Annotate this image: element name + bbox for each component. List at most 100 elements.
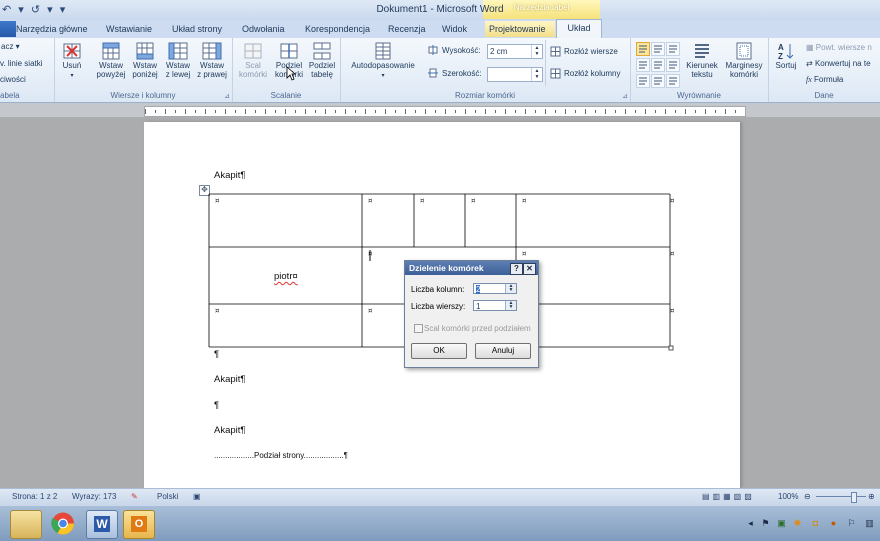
ok-button[interactable]: OK [411,343,467,359]
zoom-slider[interactable] [816,496,866,497]
page-indicator[interactable]: Strona: 1 z 2 [12,492,57,501]
tray-network-icon[interactable]: ▥ [864,518,875,529]
cell-size-launcher-icon[interactable]: ⊿ [622,92,628,100]
paragraph-2[interactable]: Akapit¶ [214,374,246,385]
zoom-out-icon[interactable]: ⊖ [804,492,811,501]
columns-input[interactable]: 2 ▲ ▼ [473,283,517,294]
insert-right-button[interactable]: Wstaw z prawej [194,42,230,79]
group-data: AZ Sortuj ▦ Powt. wiersze n ⇄ Konwertuj … [768,38,880,102]
tab-insert[interactable]: Wstawianie [102,21,156,37]
align-top-center-icon [654,45,662,53]
tray-action-flag-icon[interactable]: ⚐ [846,518,857,529]
align-top-right-button[interactable] [666,42,680,56]
tab-table-design[interactable]: Projektowanie [485,21,555,37]
ruler-tick [165,109,166,114]
tray-arrow-icon[interactable]: ◂ [745,518,756,529]
ruler-tick [605,109,606,114]
cell-end-mark: ¤ [215,197,220,205]
dialog-close-button[interactable]: ✕ [523,263,536,275]
delete-button[interactable]: Usuń ▾ [58,42,86,81]
insert-above-button[interactable]: Wstaw powyżej [94,42,128,79]
tray-flag-icon[interactable]: ⚑ [760,518,771,529]
ruler-tick [435,110,436,113]
select-dropdown[interactable]: acz ▾ [1,42,20,51]
tab-mailings[interactable]: Korespondencja [301,21,374,37]
formula-button[interactable]: fx Formuła [806,75,843,84]
zoom-slider-thumb[interactable] [851,492,857,503]
zoom-in-icon[interactable]: ⊕ [868,492,875,501]
insert-left-button[interactable]: Wstaw z lewej [161,42,195,79]
tab-references[interactable]: Odwołania [238,21,289,37]
table-resize-handle-icon[interactable] [668,345,674,351]
distribute-rows-icon [550,46,561,57]
cell-text-piotr[interactable]: piotr¤ [274,271,298,282]
cancel-button[interactable]: Anuluj [475,343,531,359]
split-table-button[interactable]: Podziel tabelę [306,42,338,79]
cell-end-mark: ¤ [420,197,425,205]
tab-table-layout[interactable]: Układ [556,19,602,39]
tray-office-icon[interactable]: ◘ [810,518,821,529]
view-gridlines-button[interactable]: v. linie siatki [0,59,43,68]
height-spinner[interactable]: 2 cm ▲ ▼ [487,44,543,59]
paragraph-empty-2[interactable]: ¶ [214,400,219,411]
align-top-left-button[interactable] [636,42,650,56]
sort-button[interactable]: AZ Sortuj [774,42,798,70]
tray-app-icon[interactable]: ▣ [776,518,787,529]
height-spin-arrows-icon[interactable]: ▲ ▼ [531,45,542,58]
ruler-tick [235,110,236,113]
width-spin-arrows-icon[interactable]: ▲ ▼ [531,68,542,81]
width-spinner[interactable]: ▲ ▼ [487,67,543,82]
cell-margins-button[interactable]: Marginesy komórki [722,42,766,79]
paragraph-empty-1[interactable]: ¶ [214,349,219,360]
align-middle-right-button[interactable] [666,58,680,72]
outlook-taskbar-icon[interactable]: O [123,510,155,539]
split-cells-dialog[interactable]: Dzielenie komórek ? ✕ Liczba kolumn: 2 ▲… [404,260,539,368]
align-bottom-left-button[interactable] [636,74,650,88]
rows-value: 1 [476,302,481,311]
align-top-center-button[interactable] [651,42,665,56]
properties-button[interactable]: ciwości [0,75,26,84]
repeat-header-rows-button[interactable]: ▦ Powt. wiersze n [806,43,872,52]
language-indicator[interactable]: Polski [157,492,178,501]
macro-record-icon[interactable]: ▣ [193,492,201,501]
paragraph-3[interactable]: Akapit¶ [214,425,246,436]
width-label: Szerokość: [442,69,482,78]
tray-sun-icon[interactable]: ✺ [792,518,803,529]
word-taskbar-icon[interactable]: W [86,510,118,539]
align-middle-left-button[interactable] [636,58,650,72]
page-break-marker[interactable]: ..................Podział strony........… [214,451,348,460]
explorer-taskbar-icon[interactable] [10,510,42,539]
repeat-header-label: Powt. wiersze n [815,43,872,52]
tab-page-layout[interactable]: Układ strony [168,21,226,37]
autofit-button[interactable]: Autodopasowanie ▾ [344,42,422,81]
chrome-taskbar-icon[interactable] [48,510,78,537]
align-bottom-center-button[interactable] [651,74,665,88]
rows-columns-launcher-icon[interactable]: ⊿ [224,92,230,100]
view-buttons-icon[interactable]: ▤▥▦▧▨ [702,492,755,501]
group-table: acz ▾ v. linie siatki ciwości abela [0,38,55,102]
dialog-help-button[interactable]: ? [510,263,523,275]
ruler-tick [735,110,736,113]
columns-spin-icon[interactable]: ▲ ▼ [505,284,516,293]
text-direction-button[interactable]: Kierunek tekstu [682,42,722,79]
merge-cells-button[interactable]: Scal komórki [236,42,270,79]
merge-before-split-checkbox[interactable] [414,324,423,333]
tab-view[interactable]: Widok [438,21,471,37]
zoom-level[interactable]: 100% [778,492,798,501]
insert-below-button[interactable]: Wstaw poniżej [128,42,162,79]
horizontal-ruler[interactable] [0,103,880,117]
convert-to-text-button[interactable]: ⇄ Konwertuj na te [806,59,871,68]
ruler-tick [275,110,276,113]
distribute-columns-button[interactable]: Rozłóż kolumny [564,69,620,78]
word-count[interactable]: Wyrazy: 173 [72,492,116,501]
rows-spin-icon[interactable]: ▲ ▼ [505,301,516,310]
proofing-icon[interactable]: ✎ [131,492,138,501]
autofit-label: Autodopasowanie [351,61,415,70]
rows-input[interactable]: 1 ▲ ▼ [473,300,517,311]
tab-home[interactable]: Narzędzia główne [12,21,92,37]
distribute-rows-button[interactable]: Rozłóż wiersze [564,47,618,56]
tray-circle-icon[interactable]: ● [828,518,839,529]
align-middle-center-button[interactable] [651,58,665,72]
align-bottom-right-button[interactable] [666,74,680,88]
tab-review[interactable]: Recenzja [384,21,430,37]
